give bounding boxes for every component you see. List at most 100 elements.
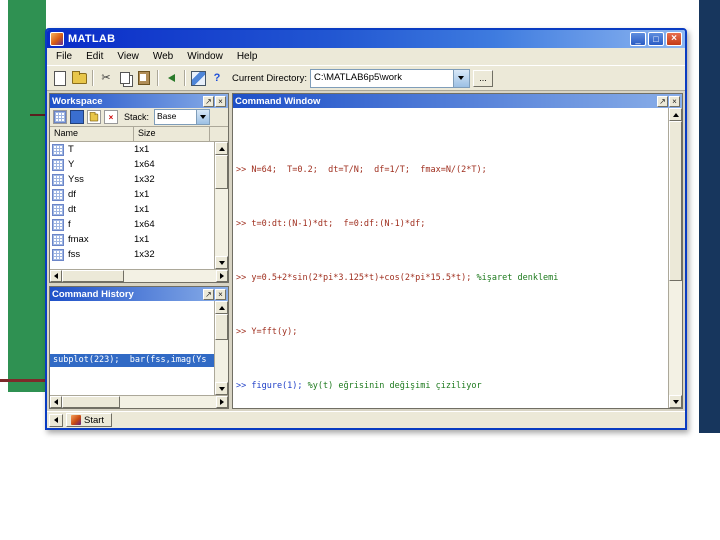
simulink-button[interactable] — [190, 70, 206, 86]
variable-size: 1x1 — [134, 189, 150, 200]
command-history-titlebar[interactable]: Command History ↗ × — [50, 287, 228, 301]
current-directory-combobox[interactable]: C:\MATLAB6p5\work — [309, 68, 470, 88]
help-icon: ? — [213, 71, 221, 84]
new-file-icon — [54, 70, 66, 86]
scrollbar-thumb[interactable] — [62, 396, 120, 408]
toolbar: ✂ ? Current Directory: C:\MATLAB6p5\work… — [47, 66, 685, 91]
current-directory-value: C:\MATLAB6p5\work — [313, 71, 402, 83]
new-variable-button[interactable] — [53, 110, 67, 124]
workspace-horizontal-scrollbar[interactable] — [50, 269, 228, 282]
pane-close-button[interactable]: × — [215, 288, 226, 300]
save-workspace-button[interactable] — [70, 110, 84, 124]
scroll-right-button[interactable] — [216, 270, 228, 282]
workspace-row[interactable]: Yss 1x32 — [50, 172, 214, 187]
scroll-down-button[interactable] — [669, 395, 682, 408]
stack-combobox[interactable]: Base — [154, 109, 211, 125]
triangle-left-icon — [54, 417, 58, 423]
scroll-right-button[interactable] — [216, 396, 228, 408]
menu-item[interactable]: File — [49, 49, 79, 64]
command-line: >> figure(1); %y(t) eğrisinin değişimi ç… — [236, 380, 668, 394]
code-segment: %y(t) eğrisinin değişimi çiziliyor — [307, 381, 482, 391]
open-variable-button[interactable] — [87, 110, 101, 124]
triangle-left-icon — [54, 273, 58, 279]
scroll-down-button[interactable] — [215, 382, 228, 395]
workspace-row[interactable]: dt 1x1 — [50, 202, 214, 217]
scrollbar-thumb[interactable] — [62, 270, 124, 282]
command-window-titlebar[interactable]: Command Window ↗ × — [233, 94, 682, 108]
variable-name: fss — [68, 249, 81, 260]
stack-dropdown-button[interactable] — [196, 110, 210, 124]
array-icon — [52, 233, 64, 246]
command-history-pane: Command History ↗ × subplot(223); bar(fs… — [49, 286, 229, 409]
delete-variable-button[interactable]: × — [104, 110, 118, 124]
stack-label: Stack: — [124, 112, 150, 122]
history-line[interactable]: subplot(223); bar(fss,imag(Ys — [50, 354, 214, 367]
variable-size: 1x1 — [134, 204, 150, 215]
scroll-left-button[interactable] — [50, 270, 62, 282]
copy-button[interactable] — [117, 70, 133, 86]
undock-button[interactable]: ↗ — [657, 95, 668, 107]
code-segment: %işaret denklemi — [476, 273, 559, 283]
start-button[interactable]: Start — [66, 413, 113, 427]
browse-directory-button[interactable]: ... — [472, 69, 493, 87]
combobox-dropdown-button[interactable] — [452, 69, 469, 87]
column-header-size[interactable]: Size — [134, 127, 210, 141]
variable-name: fmax — [68, 234, 89, 245]
command-history-title: Command History — [52, 288, 134, 300]
scrollbar-thumb[interactable] — [215, 314, 228, 340]
workspace-row[interactable]: fss 1x32 — [50, 247, 214, 262]
open-file-button[interactable] — [71, 70, 87, 86]
current-directory-label: Current Directory: — [232, 72, 307, 84]
variable-name: f — [68, 219, 71, 230]
scrollbar-thumb[interactable] — [215, 155, 228, 189]
menu-item[interactable]: Help — [230, 49, 265, 64]
workspace-row[interactable]: Y 1x64 — [50, 157, 214, 172]
variable-name: dt — [68, 204, 76, 215]
scrollbar-thumb[interactable] — [669, 121, 682, 281]
history-vertical-scrollbar[interactable] — [214, 301, 228, 395]
workspace-row[interactable]: f 1x64 — [50, 217, 214, 232]
workspace-vertical-scrollbar[interactable] — [214, 142, 228, 269]
menu-item[interactable]: Web — [146, 49, 180, 64]
menu-item[interactable]: Edit — [79, 49, 110, 64]
matlab-window: MATLAB _ □ × File Edit View Web Window Help ✂… — [45, 28, 687, 430]
undock-button[interactable]: ↗ — [203, 95, 214, 107]
workspace-row[interactable]: fmax 1x1 — [50, 232, 214, 247]
array-icon — [52, 218, 64, 231]
close-button[interactable]: × — [666, 32, 682, 46]
scroll-up-button[interactable] — [215, 142, 228, 155]
variable-size: 1x1 — [134, 144, 150, 155]
scroll-up-button[interactable] — [215, 301, 228, 314]
history-horizontal-scrollbar[interactable] — [50, 395, 228, 408]
maximize-button[interactable]: □ — [648, 32, 664, 46]
minimize-button[interactable]: _ — [630, 32, 646, 46]
window-titlebar[interactable]: MATLAB _ □ × — [47, 30, 685, 48]
pane-close-button[interactable]: × — [215, 95, 226, 107]
cut-button[interactable]: ✂ — [98, 70, 114, 86]
pane-close-button[interactable]: × — [669, 95, 680, 107]
paste-button[interactable] — [136, 70, 152, 86]
collapse-panel-button[interactable] — [49, 413, 63, 427]
workspace-row[interactable]: T 1x1 — [50, 142, 214, 157]
scroll-down-button[interactable] — [215, 256, 228, 269]
help-button[interactable]: ? — [209, 70, 225, 86]
new-file-button[interactable] — [52, 70, 68, 86]
column-header-name[interactable]: Name — [50, 127, 134, 141]
toolbar-divider — [184, 70, 185, 86]
command-window-lines[interactable]: >> N=64; T=0.2; dt=T/N; df=1/T; fmax=N/(… — [233, 108, 668, 408]
menu-item[interactable]: View — [110, 49, 146, 64]
workspace-row[interactable]: df 1x1 — [50, 187, 214, 202]
undock-button[interactable]: ↗ — [203, 288, 214, 300]
matlab-start-icon — [71, 415, 81, 425]
scroll-up-button[interactable] — [669, 108, 682, 121]
menu-item[interactable]: Window — [180, 49, 230, 64]
undo-button[interactable] — [163, 70, 179, 86]
workspace-titlebar[interactable]: Workspace ↗ × — [50, 94, 228, 108]
scroll-left-button[interactable] — [50, 396, 62, 408]
code-segment: >> Y=fft(y); — [236, 327, 298, 337]
new-variable-icon — [54, 111, 66, 123]
triangle-up-icon — [218, 146, 225, 151]
workspace-title: Workspace — [52, 95, 103, 107]
command-window-vertical-scrollbar[interactable] — [668, 108, 682, 408]
variable-size: 1x32 — [134, 174, 155, 185]
